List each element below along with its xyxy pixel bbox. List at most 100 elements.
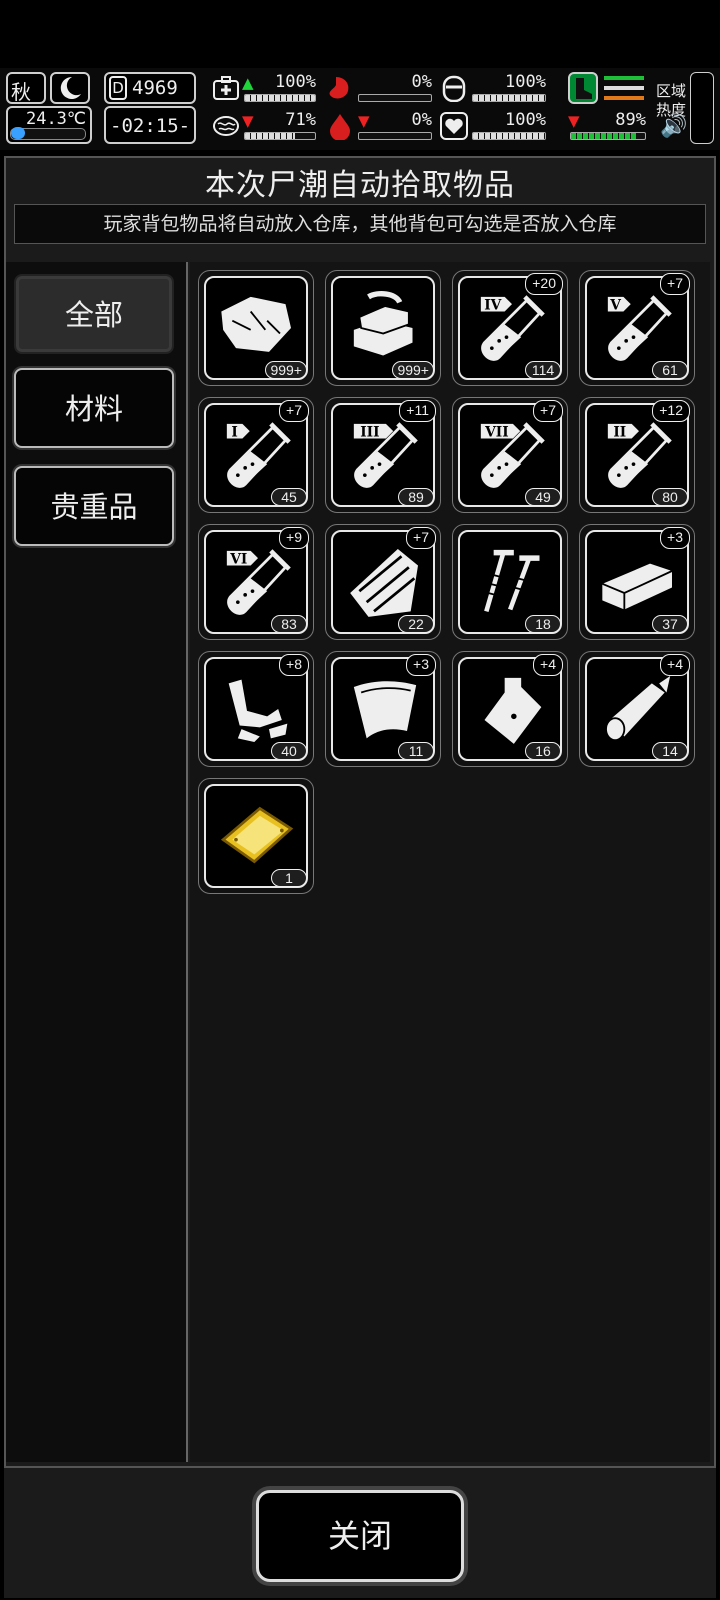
stamina-bar	[570, 132, 646, 140]
test-tube-icon: VII	[480, 422, 545, 488]
inventory-slot[interactable]: +3 11	[325, 651, 441, 767]
close-button[interactable]: 关闭	[256, 1490, 464, 1582]
inventory-slot[interactable]: III +11 89	[325, 397, 441, 513]
brain-bar	[244, 132, 316, 140]
item-count: 37	[652, 615, 688, 633]
tab-valuables[interactable]: 贵重品	[14, 466, 174, 546]
item-count: 89	[398, 488, 434, 506]
item-count: 22	[398, 615, 434, 633]
inventory-slot[interactable]: +8 40	[198, 651, 314, 767]
boot-icon	[568, 72, 598, 104]
tier-label: IV	[484, 298, 501, 314]
gain-badge: +7	[660, 273, 690, 295]
day-counter: D 4969	[104, 72, 196, 104]
zone-heat-meter	[690, 72, 714, 144]
item-count: 49	[525, 488, 561, 506]
item-count: 45	[271, 488, 307, 506]
metal-sheet-icon	[353, 681, 417, 739]
inventory-slot[interactable]: V +7 61	[579, 270, 695, 386]
inventory-slot[interactable]: IV +20 114	[452, 270, 568, 386]
tab-all[interactable]: 全部	[14, 274, 174, 354]
wood-planks-icon	[350, 549, 418, 617]
cloth-scrap-icon	[221, 296, 291, 352]
inventory-slot[interactable]: VI +9 83	[198, 524, 314, 640]
item-count: 14	[652, 742, 688, 760]
item-count: 1	[271, 869, 307, 887]
stamina-stripes	[604, 76, 644, 104]
trend-down-icon: ▼	[242, 112, 254, 130]
thermometer-icon	[10, 127, 86, 140]
gain-badge: +4	[533, 654, 563, 676]
moon-icon	[50, 72, 90, 104]
scrap-metal-icon	[228, 679, 288, 742]
inventory-slot[interactable]: 999+	[198, 270, 314, 386]
test-tube-icon: II	[607, 422, 672, 488]
test-tube-icon: VI	[226, 549, 291, 615]
tab-materials[interactable]: 材料	[14, 368, 174, 448]
item-count: 18	[525, 615, 561, 633]
inventory-slot[interactable]: 999+	[325, 270, 441, 386]
folded-cloth-icon	[353, 290, 413, 356]
gain-badge: +7	[279, 400, 309, 422]
inventory-slot[interactable]: II +12 80	[579, 397, 695, 513]
tier-label: VII	[484, 425, 509, 441]
zone-heat-label: 区域	[656, 82, 687, 100]
health-bar	[244, 94, 316, 102]
armor-bar	[472, 94, 546, 102]
speaker-icon[interactable]: 🔊	[660, 114, 687, 139]
brick-icon	[601, 563, 673, 610]
tier-label: VI	[229, 552, 247, 568]
gain-badge: +4	[660, 654, 690, 676]
inventory-slot[interactable]: I +7 45	[198, 397, 314, 513]
medkit-icon	[212, 74, 240, 102]
heart-icon	[440, 112, 468, 140]
blood-drop-icon	[326, 112, 354, 141]
test-tube-icon: V	[607, 295, 672, 361]
gain-badge: +11	[399, 400, 436, 422]
helmet-icon	[440, 74, 468, 103]
inventory-slot[interactable]: +4 14	[579, 651, 695, 767]
item-count: 11	[398, 742, 434, 760]
trend-down-icon: ▼	[358, 112, 370, 130]
tier-label: II	[613, 425, 626, 441]
item-count: 114	[525, 361, 561, 379]
test-tube-icon: IV	[480, 295, 545, 361]
armor-value: 100%	[505, 72, 546, 92]
item-count: 999+	[392, 361, 434, 379]
trend-down-icon: ▼	[568, 112, 580, 130]
inventory-slot[interactable]: 1	[198, 778, 314, 894]
inventory-slot[interactable]: +7 22	[325, 524, 441, 640]
blood-value: 0%	[411, 110, 432, 130]
dialog-title: 本次尸潮自动拾取物品	[205, 168, 515, 203]
gain-badge: +8	[279, 654, 309, 676]
stomach-icon	[326, 74, 354, 102]
clock-panel: -02:15-	[104, 106, 196, 144]
blood-bar	[358, 132, 432, 140]
item-count: 80	[652, 488, 688, 506]
temperature-value: 24.3℃	[25, 109, 86, 129]
inventory-slot[interactable]: 18	[452, 524, 568, 640]
mood-bar	[472, 132, 546, 140]
inventory-slot[interactable]: VII +7 49	[452, 397, 568, 513]
health-value: 100%	[275, 72, 316, 92]
season-label: 秋	[11, 80, 31, 104]
tier-label: V	[609, 298, 621, 314]
pipe-icon	[605, 676, 671, 742]
item-count: 16	[525, 742, 561, 760]
season-badge: 秋	[6, 72, 46, 104]
item-count: 999+	[265, 361, 307, 379]
trend-up-icon: ▲	[242, 74, 254, 92]
mood-value: 100%	[505, 110, 546, 130]
hunger-value: 0%	[411, 72, 432, 92]
temperature-panel: 24.3℃	[6, 106, 92, 144]
inventory-slot[interactable]: +3 37	[579, 524, 695, 640]
inventory-slot[interactable]: +4 16	[452, 651, 568, 767]
gain-badge: +12	[652, 400, 690, 422]
item-count: 83	[271, 615, 307, 633]
status-hud: 秋 24.3℃ D 4969 -02:15- ▲ 100% 0% 100% ▼ …	[0, 68, 720, 150]
pouch-icon	[484, 677, 542, 744]
item-grid: 999+ 999+ IV +20 114 V +7 61 I +7 45 III +11 89 VII +7 4…	[190, 262, 710, 1462]
tier-label: I	[231, 425, 237, 441]
tier-label: III	[360, 425, 379, 441]
nails-icon	[484, 549, 540, 612]
